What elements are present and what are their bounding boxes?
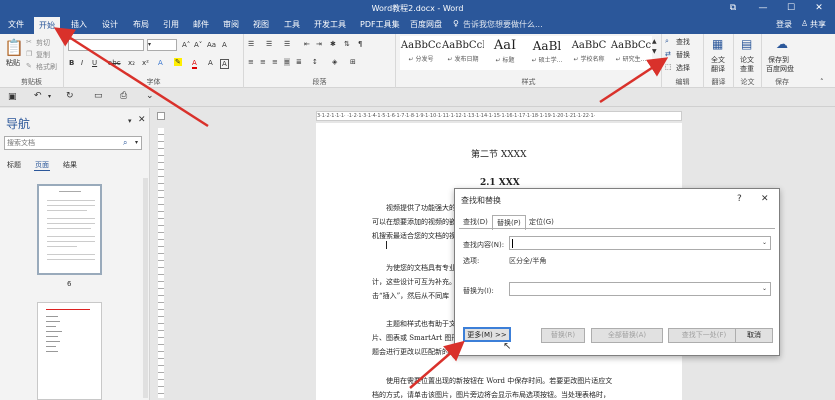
arrow-to-more-button: [409, 340, 465, 389]
arrow-to-home-tab: [53, 27, 209, 128]
arrow-to-replace-button: [599, 57, 669, 104]
annotation-arrows: [53, 27, 669, 389]
